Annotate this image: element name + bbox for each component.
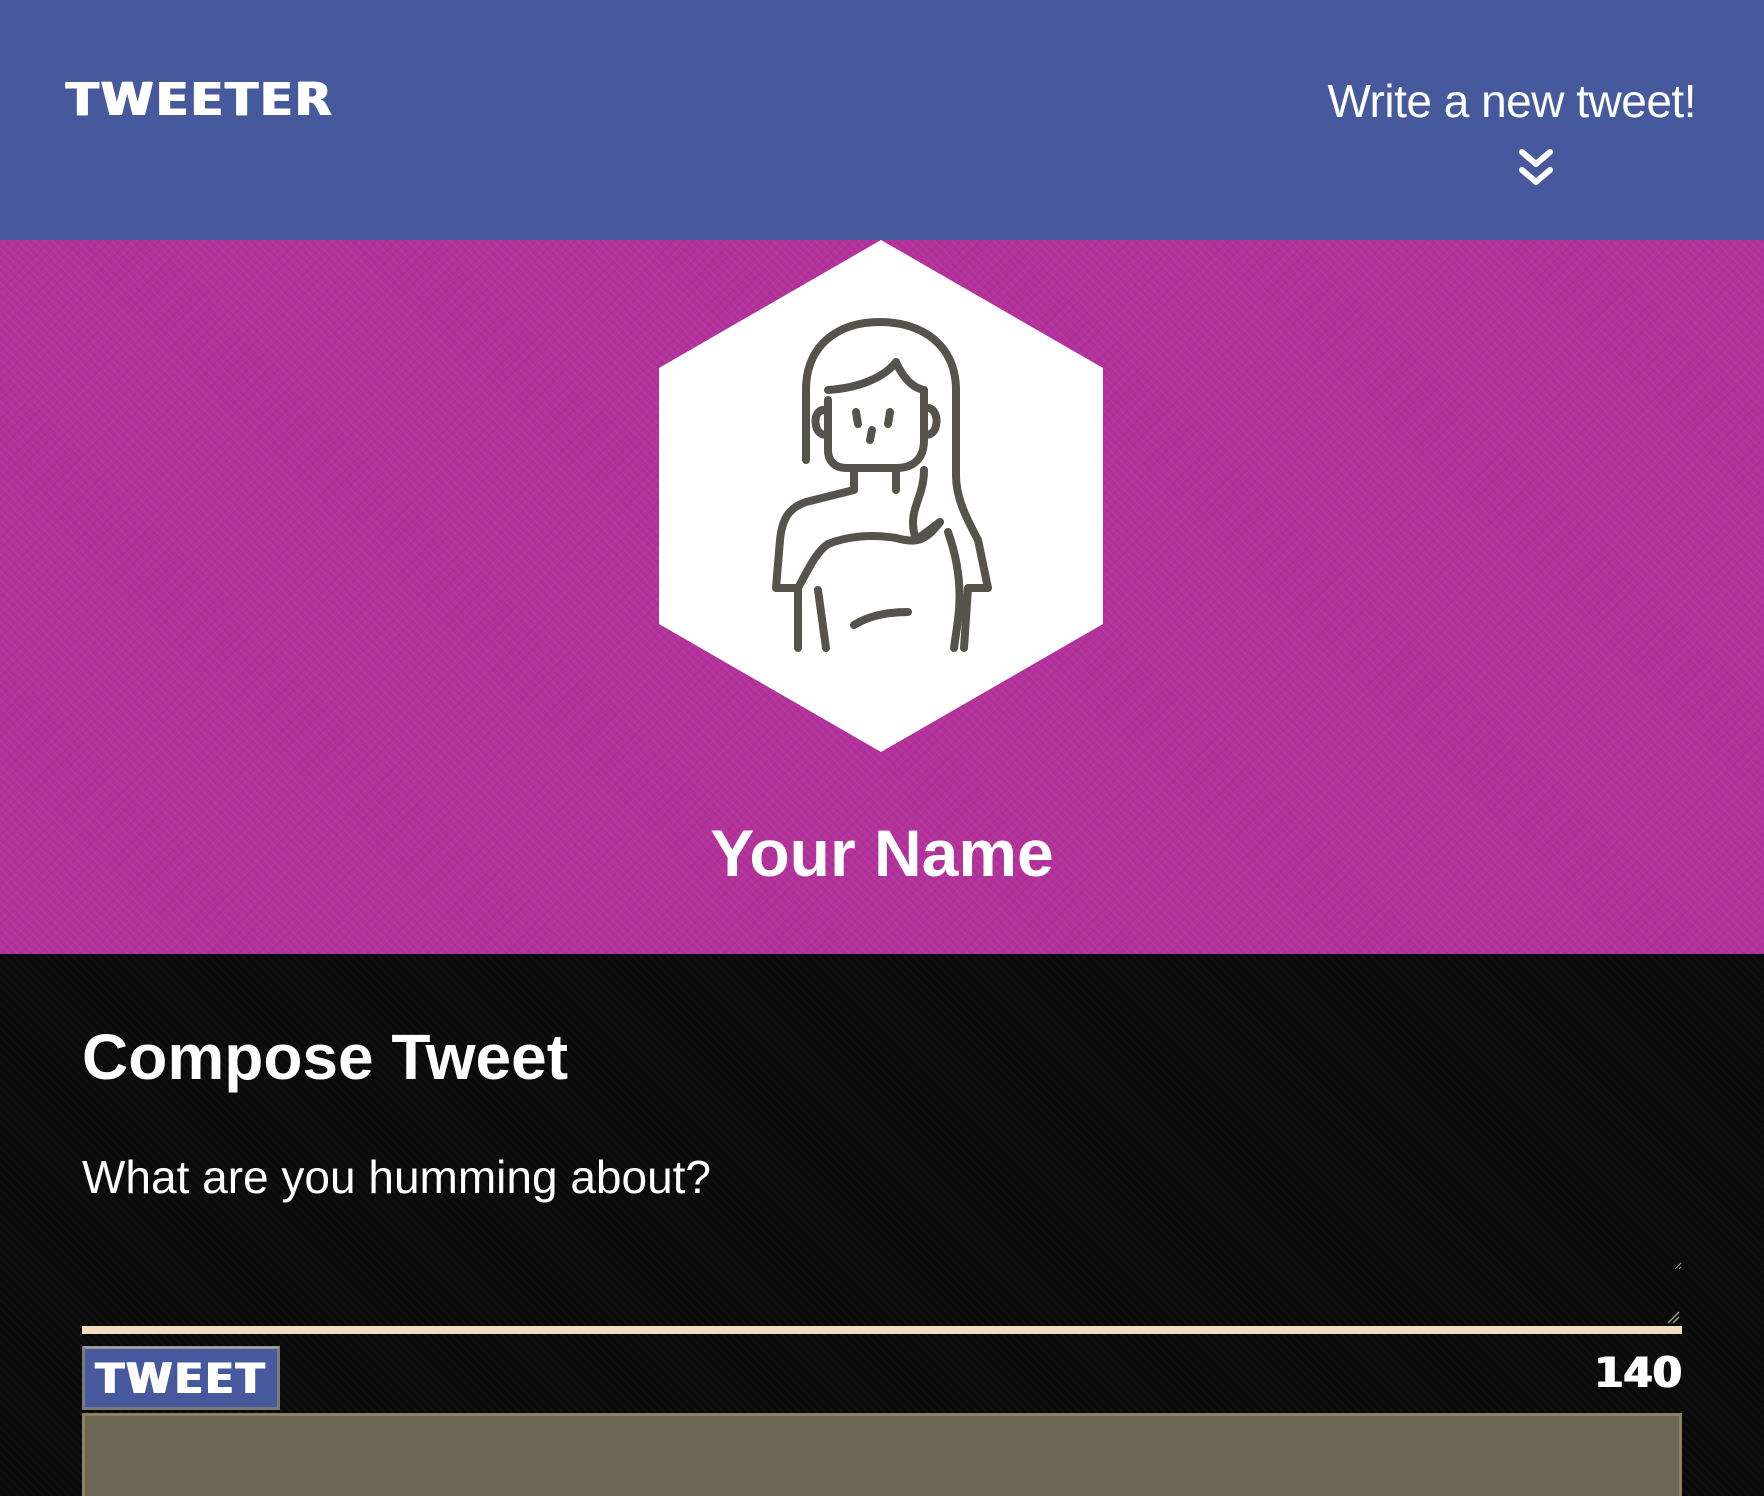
tweet-button[interactable]: TWEET: [82, 1346, 280, 1410]
double-chevron-down-icon[interactable]: [1516, 146, 1556, 190]
tweet-input[interactable]: [82, 1150, 1682, 1270]
character-counter: 140: [1594, 1348, 1682, 1397]
person-avatar-icon: [659, 240, 1103, 752]
profile-banner: Your Name: [0, 240, 1764, 954]
user-name: Your Name: [710, 816, 1054, 890]
tweets-container: [82, 1413, 1682, 1496]
nav-bar: TWEETER Write a new tweet!: [0, 0, 1764, 240]
input-underline: [82, 1326, 1682, 1334]
new-tweet-label[interactable]: Write a new tweet!: [1327, 74, 1696, 128]
compose-section: Compose Tweet TWEET 140: [0, 954, 1764, 1496]
avatar: [658, 240, 1104, 752]
resize-grip-icon[interactable]: [1666, 1310, 1680, 1324]
new-tweet-toggle[interactable]: Write a new tweet!: [1327, 74, 1696, 128]
brand-logo[interactable]: TWEETER: [66, 73, 334, 126]
compose-title: Compose Tweet: [82, 1021, 568, 1093]
